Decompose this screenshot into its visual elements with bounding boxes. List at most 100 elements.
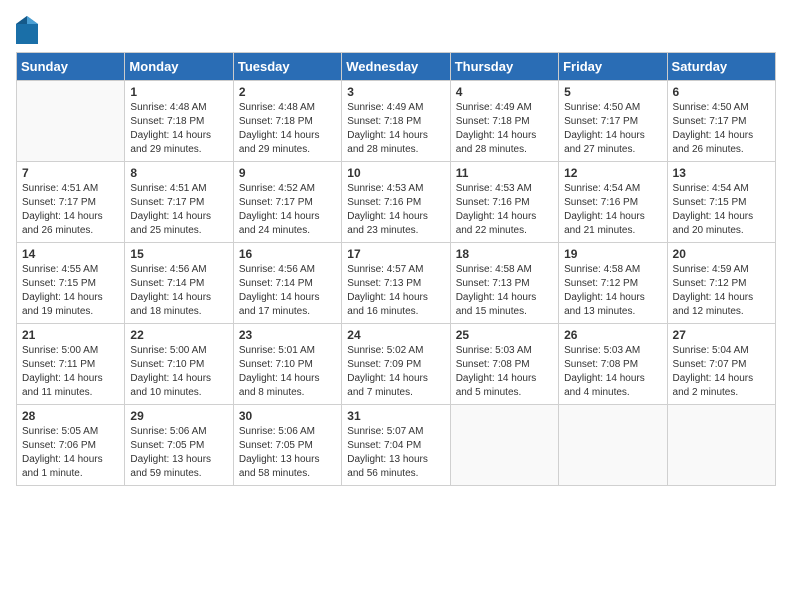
calendar-cell: 27Sunrise: 5:04 AM Sunset: 7:07 PM Dayli… [667, 324, 775, 405]
calendar-cell [17, 81, 125, 162]
calendar-cell: 10 Sunrise: 4:53 AM Sunset: 7:16 PM Dayli… [342, 162, 450, 243]
day-number: 9 [239, 166, 336, 180]
day-number: 2 [239, 85, 336, 99]
day-number: 22 [130, 328, 227, 342]
cell-info: Sunrise: 4:49 AM Sunset: 7:18 PM Dayligh… [347, 101, 444, 157]
calendar-cell: 14 Sunrise: 4:55 AM Sunset: 7:15 PM Dayli… [17, 243, 125, 324]
calendar-cell: 19 Sunrise: 4:58 AM Sunset: 7:12 PM Dayli… [559, 243, 667, 324]
calendar-cell: 28 Sunrise: 5:05 AM Sunset: 7:06 PM Dayli… [17, 405, 125, 486]
cell-info: Sunrise: 4:51 AM Sunset: 7:17 PM Dayligh… [22, 182, 119, 238]
cell-info: Sunrise: 5:05 AM Sunset: 7:06 PM Dayligh… [22, 425, 119, 481]
calendar-week-row: 21 Sunrise: 5:00 AM Sunset: 7:11 PM Dayli… [17, 324, 776, 405]
day-number: 5 [564, 85, 661, 99]
calendar-cell: 3 Sunrise: 4:49 AM Sunset: 7:18 PM Daylig… [342, 81, 450, 162]
calendar-cell: 18 Sunrise: 4:58 AM Sunset: 7:13 PM Dayli… [450, 243, 558, 324]
calendar-week-row: 28 Sunrise: 5:05 AM Sunset: 7:06 PM Dayli… [17, 405, 776, 486]
page-header [16, 16, 776, 44]
day-number: 31 [347, 409, 444, 423]
calendar-cell: 29 Sunrise: 5:06 AM Sunset: 7:05 PM Dayli… [125, 405, 233, 486]
day-number: 23 [239, 328, 336, 342]
cell-info: Sunrise: 5:04 AM Sunset: 7:07 PM Dayligh… [673, 344, 770, 400]
calendar-week-row: 1 Sunrise: 4:48 AM Sunset: 7:18 PM Daylig… [17, 81, 776, 162]
day-number: 25 [456, 328, 553, 342]
calendar-cell: 20 Sunrise: 4:59 AM Sunset: 7:12 PM Dayli… [667, 243, 775, 324]
cell-info: Sunrise: 4:48 AM Sunset: 7:18 PM Dayligh… [130, 101, 227, 157]
calendar-cell: 30 Sunrise: 5:06 AM Sunset: 7:05 PM Dayli… [233, 405, 341, 486]
weekday-header-cell: Monday [125, 53, 233, 81]
cell-info: Sunrise: 5:00 AM Sunset: 7:10 PM Dayligh… [130, 344, 227, 400]
cell-info: Sunrise: 5:00 AM Sunset: 7:11 PM Dayligh… [22, 344, 119, 400]
weekday-header-cell: Wednesday [342, 53, 450, 81]
calendar-cell: 15Sunrise: 4:56 AM Sunset: 7:14 PM Dayli… [125, 243, 233, 324]
cell-info: Sunrise: 5:06 AM Sunset: 7:05 PM Dayligh… [239, 425, 336, 481]
logo-icon [16, 16, 38, 44]
calendar-cell: 5 Sunrise: 4:50 AM Sunset: 7:17 PM Daylig… [559, 81, 667, 162]
cell-info: Sunrise: 4:53 AM Sunset: 7:16 PM Dayligh… [347, 182, 444, 238]
cell-info: Sunrise: 4:54 AM Sunset: 7:16 PM Dayligh… [564, 182, 661, 238]
calendar-cell: 4 Sunrise: 4:49 AM Sunset: 7:18 PM Daylig… [450, 81, 558, 162]
calendar-cell: 8Sunrise: 4:51 AM Sunset: 7:17 PM Daylig… [125, 162, 233, 243]
cell-info: Sunrise: 5:02 AM Sunset: 7:09 PM Dayligh… [347, 344, 444, 400]
calendar-week-row: 14 Sunrise: 4:55 AM Sunset: 7:15 PM Dayli… [17, 243, 776, 324]
weekday-header-cell: Sunday [17, 53, 125, 81]
day-number: 17 [347, 247, 444, 261]
calendar-cell: 1 Sunrise: 4:48 AM Sunset: 7:18 PM Daylig… [125, 81, 233, 162]
day-number: 11 [456, 166, 553, 180]
calendar-cell: 22 Sunrise: 5:00 AM Sunset: 7:10 PM Dayli… [125, 324, 233, 405]
cell-info: Sunrise: 4:54 AM Sunset: 7:15 PM Dayligh… [673, 182, 770, 238]
day-number: 29 [130, 409, 227, 423]
day-number: 19 [564, 247, 661, 261]
calendar-cell: 31 Sunrise: 5:07 AM Sunset: 7:04 PM Dayli… [342, 405, 450, 486]
weekday-header-cell: Thursday [450, 53, 558, 81]
cell-info: Sunrise: 4:56 AM Sunset: 7:14 PM Dayligh… [239, 263, 336, 319]
day-number: 13 [673, 166, 770, 180]
day-number: 14 [22, 247, 119, 261]
day-number: 30 [239, 409, 336, 423]
cell-info: Sunrise: 4:52 AM Sunset: 7:17 PM Dayligh… [239, 182, 336, 238]
cell-info: Sunrise: 4:50 AM Sunset: 7:17 PM Dayligh… [564, 101, 661, 157]
calendar-cell: 25 Sunrise: 5:03 AM Sunset: 7:08 PM Dayli… [450, 324, 558, 405]
cell-info: Sunrise: 4:49 AM Sunset: 7:18 PM Dayligh… [456, 101, 553, 157]
weekday-header-row: SundayMondayTuesdayWednesdayThursdayFrid… [17, 53, 776, 81]
calendar-cell: 11 Sunrise: 4:53 AM Sunset: 7:16 PM Dayli… [450, 162, 558, 243]
cell-info: Sunrise: 4:53 AM Sunset: 7:16 PM Dayligh… [456, 182, 553, 238]
calendar-cell: 21 Sunrise: 5:00 AM Sunset: 7:11 PM Dayli… [17, 324, 125, 405]
cell-info: Sunrise: 4:59 AM Sunset: 7:12 PM Dayligh… [673, 263, 770, 319]
cell-info: Sunrise: 4:58 AM Sunset: 7:13 PM Dayligh… [456, 263, 553, 319]
day-number: 4 [456, 85, 553, 99]
logo [16, 16, 42, 44]
cell-info: Sunrise: 4:55 AM Sunset: 7:15 PM Dayligh… [22, 263, 119, 319]
calendar-cell: 16 Sunrise: 4:56 AM Sunset: 7:14 PM Dayli… [233, 243, 341, 324]
calendar-cell: 12 Sunrise: 4:54 AM Sunset: 7:16 PM Dayli… [559, 162, 667, 243]
cell-info: Sunrise: 4:51 AM Sunset: 7:17 PM Dayligh… [130, 182, 227, 238]
day-number: 7 [22, 166, 119, 180]
calendar-cell: 23 Sunrise: 5:01 AM Sunset: 7:10 PM Dayli… [233, 324, 341, 405]
calendar-cell: 9 Sunrise: 4:52 AM Sunset: 7:17 PM Daylig… [233, 162, 341, 243]
day-number: 3 [347, 85, 444, 99]
cell-info: Sunrise: 5:07 AM Sunset: 7:04 PM Dayligh… [347, 425, 444, 481]
calendar-cell: 26 Sunrise: 5:03 AM Sunset: 7:08 PM Dayli… [559, 324, 667, 405]
day-number: 12 [564, 166, 661, 180]
day-number: 15 [130, 247, 227, 261]
day-number: 1 [130, 85, 227, 99]
day-number: 6 [673, 85, 770, 99]
day-number: 21 [22, 328, 119, 342]
calendar-cell: 13 Sunrise: 4:54 AM Sunset: 7:15 PM Dayli… [667, 162, 775, 243]
weekday-header-cell: Friday [559, 53, 667, 81]
day-number: 26 [564, 328, 661, 342]
calendar-cell: 6Sunrise: 4:50 AM Sunset: 7:17 PM Daylig… [667, 81, 775, 162]
calendar-cell [450, 405, 558, 486]
day-number: 20 [673, 247, 770, 261]
cell-info: Sunrise: 5:03 AM Sunset: 7:08 PM Dayligh… [564, 344, 661, 400]
day-number: 16 [239, 247, 336, 261]
day-number: 18 [456, 247, 553, 261]
cell-info: Sunrise: 4:58 AM Sunset: 7:12 PM Dayligh… [564, 263, 661, 319]
calendar-cell [667, 405, 775, 486]
day-number: 28 [22, 409, 119, 423]
cell-info: Sunrise: 5:03 AM Sunset: 7:08 PM Dayligh… [456, 344, 553, 400]
weekday-header-cell: Saturday [667, 53, 775, 81]
calendar-cell: 24Sunrise: 5:02 AM Sunset: 7:09 PM Dayli… [342, 324, 450, 405]
cell-info: Sunrise: 5:06 AM Sunset: 7:05 PM Dayligh… [130, 425, 227, 481]
day-number: 10 [347, 166, 444, 180]
cell-info: Sunrise: 5:01 AM Sunset: 7:10 PM Dayligh… [239, 344, 336, 400]
